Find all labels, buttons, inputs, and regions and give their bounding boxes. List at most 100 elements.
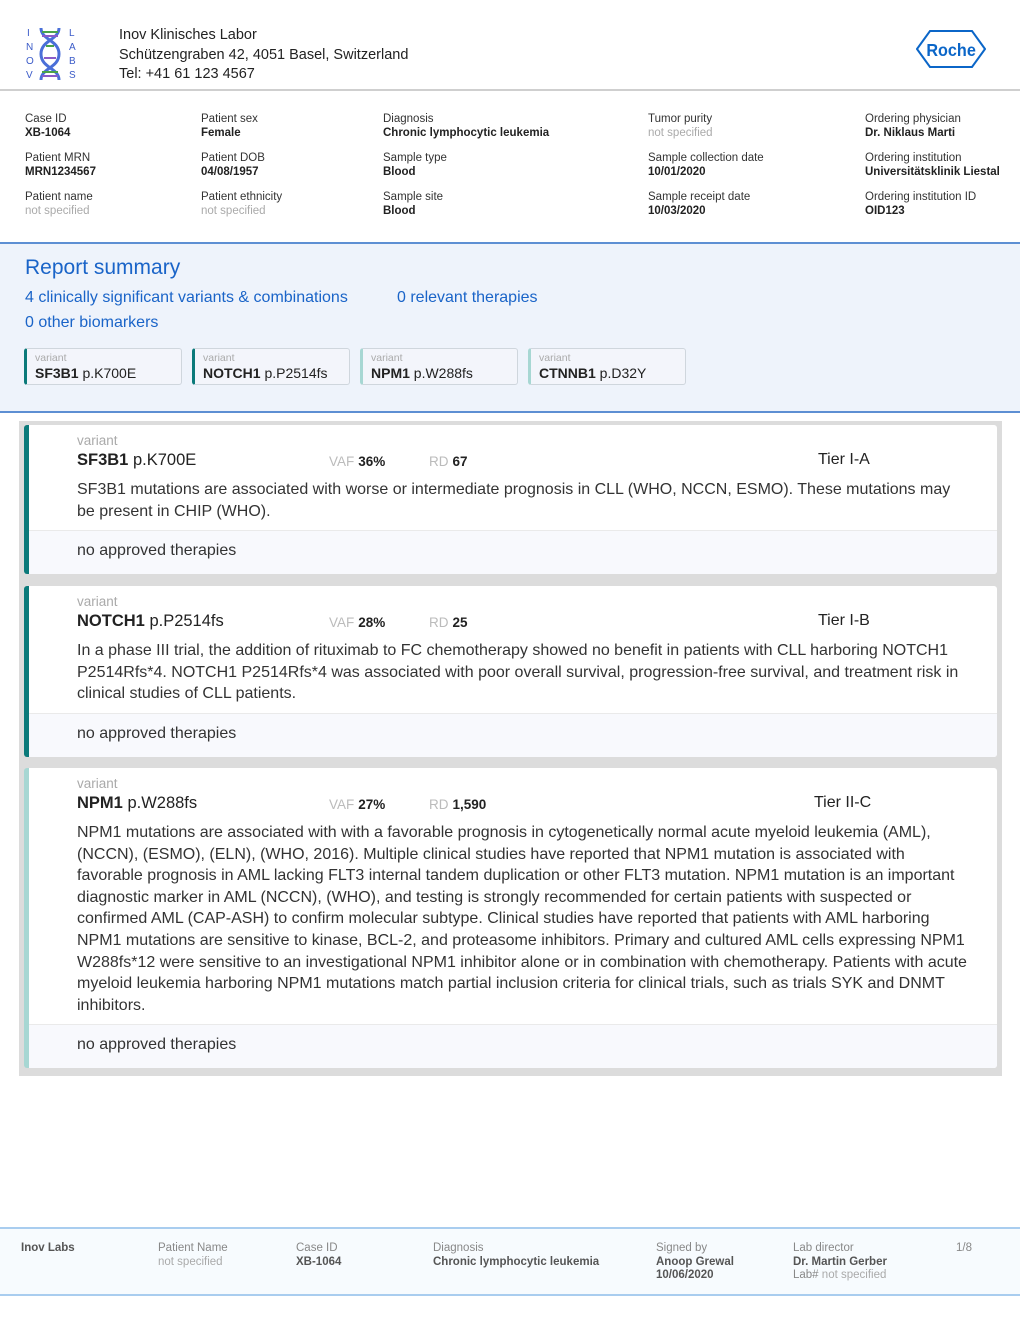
info-label: Patient sex — [201, 113, 258, 125]
variant-card: variant SF3B1 p.K700E VAF 36% RD 67 Tier I… — [24, 425, 997, 575]
info-label: Patient DOB — [201, 152, 265, 164]
footer-patient-label: Patient Name — [158, 1242, 228, 1254]
info-value: Blood — [383, 204, 416, 217]
footer-lab: Inov Labs — [21, 1242, 75, 1254]
roche-logo: Roche — [916, 30, 986, 68]
variants-link[interactable]: 4 clinically significant variants & comb… — [25, 289, 348, 307]
rd-value: 1,590 — [452, 797, 487, 812]
chip-label: variant — [203, 352, 235, 364]
svg-text:O: O — [26, 56, 34, 67]
tier-badge: Tier I-A — [818, 451, 870, 468]
card-label: variant — [77, 776, 118, 791]
vaf-value: 27% — [358, 797, 386, 812]
info-value: MRN1234567 — [25, 165, 96, 178]
footer-case-label: Case ID — [296, 1242, 338, 1254]
rd-value: 67 — [452, 454, 468, 469]
footer-diagnosis: Chronic lymphocytic leukemia — [433, 1255, 600, 1268]
info-label: Patient ethnicity — [201, 191, 283, 203]
vaf-value: 36% — [358, 454, 386, 469]
svg-text:L: L — [69, 28, 75, 39]
lab-address: Schützengraben 42, 4051 Basel, Switzerla… — [119, 46, 409, 63]
info-value: XB-1064 — [25, 126, 71, 139]
page-number: 1/8 — [956, 1242, 972, 1254]
rd-label: RD — [429, 454, 449, 469]
rd-label: RD — [429, 615, 449, 630]
chip-change: p.K700E — [82, 365, 137, 381]
footer-signed-label: Signed by — [656, 1242, 708, 1254]
tier-badge: Tier II-C — [814, 794, 872, 811]
chip-gene: NOTCH1 — [203, 365, 261, 381]
rd-label: RD — [429, 797, 449, 812]
svg-text:B: B — [69, 56, 76, 67]
chip-gene: NPM1 — [371, 365, 410, 381]
info-value: 10/01/2020 — [648, 165, 706, 178]
card-change: p.K700E — [132, 451, 197, 469]
footer-patient: not specified — [158, 1255, 223, 1268]
card-label: variant — [77, 594, 118, 609]
variant-card: variant NOTCH1 p.P2514fs VAF 28% RD 25 Tie… — [24, 586, 997, 757]
report-footer: Inov Labs Patient Name not specified Case… — [0, 1227, 1020, 1296]
svg-text:A: A — [69, 42, 76, 53]
variant-chip[interactable]: variant NOTCH1 p.P2514fs — [192, 348, 350, 385]
info-value: Dr. Niklaus Marti — [865, 126, 956, 139]
info-label: Sample site — [383, 191, 444, 203]
vaf-label: VAF — [329, 454, 355, 469]
lab-address-block: Inov Klinisches Labor Schützengraben 42,… — [119, 26, 408, 85]
footer-signed: Anoop Grewal — [656, 1255, 734, 1268]
footer-director: Dr. Martin Gerber — [793, 1255, 887, 1268]
info-field: Ordering institution Universitätsklinik L… — [865, 152, 1000, 179]
info-field: Tumor purity not specified — [648, 113, 713, 140]
info-field: Patient name not specified — [25, 191, 93, 218]
footer-labno: not specified — [821, 1269, 887, 1281]
info-field: Sample collection date 10/01/2020 — [648, 152, 764, 179]
svg-text:Roche: Roche — [926, 40, 975, 60]
chip-gene: CTNNB1 — [539, 365, 596, 381]
chip-gene: SF3B1 — [35, 365, 79, 381]
footer-director-label: Lab director — [793, 1242, 854, 1254]
info-value: OID123 — [865, 204, 905, 217]
svg-text:V: V — [26, 70, 33, 81]
lab-phone: Tel: +41 61 123 4567 — [119, 66, 255, 82]
info-label: Ordering physician — [865, 113, 961, 125]
info-field: Case ID XB-1064 — [25, 113, 70, 140]
card-change: p.P2514fs — [149, 612, 224, 630]
info-value: not specified — [25, 204, 90, 217]
svg-text:I: I — [27, 28, 30, 39]
lab-name: Inov Klinisches Labor — [119, 27, 257, 43]
variant-chip[interactable]: variant NPM1 p.W288fs — [360, 348, 518, 385]
info-field: Ordering physician Dr. Niklaus Marti — [865, 113, 961, 140]
info-label: Sample type — [383, 152, 447, 164]
inov-labs-logo: INOV LABS — [26, 27, 76, 81]
info-field: Ordering institution ID OID123 — [865, 191, 976, 218]
therapies-link[interactable]: 0 relevant therapies — [397, 289, 538, 307]
card-therapies: no approved therapies — [29, 712, 997, 757]
info-field: Diagnosis Chronic lymphocytic leukemia — [383, 113, 549, 140]
info-value: 10/03/2020 — [648, 204, 706, 217]
footer-case: XB-1064 — [296, 1255, 342, 1268]
tier-badge: Tier I-B — [818, 612, 870, 629]
info-field: Patient DOB 04/08/1957 — [201, 152, 265, 179]
footer-signed-date: 10/06/2020 — [656, 1269, 714, 1281]
chip-label: variant — [539, 352, 571, 364]
info-value: Chronic lymphocytic leukemia — [383, 126, 550, 139]
info-value: Universitätsklinik Liestal — [865, 165, 1000, 178]
info-label: Ordering institution — [865, 152, 962, 164]
svg-text:N: N — [26, 42, 33, 53]
info-label: Patient MRN — [25, 152, 91, 164]
variant-chip[interactable]: variant CTNNB1 p.D32Y — [528, 348, 686, 385]
card-description: SF3B1 mutations are associated with wors… — [77, 481, 951, 520]
vaf-label: VAF — [329, 797, 355, 812]
chip-change: p.P2514fs — [264, 365, 328, 381]
info-field: Sample type Blood — [383, 152, 447, 179]
variant-chip[interactable]: variant SF3B1 p.K700E — [24, 348, 182, 385]
chip-label: variant — [35, 352, 67, 364]
card-change: p.W288fs — [127, 794, 198, 812]
biomarkers-link[interactable]: 0 other biomarkers — [25, 314, 158, 332]
card-gene: SF3B1 — [77, 451, 129, 469]
chip-change: p.D32Y — [599, 365, 647, 381]
card-description: NPM1 mutations are associated with with … — [77, 824, 967, 1014]
info-label: Ordering institution ID — [865, 191, 977, 203]
info-label: Diagnosis — [383, 113, 434, 125]
chip-label: variant — [371, 352, 403, 364]
info-field: Sample receipt date 10/03/2020 — [648, 191, 750, 218]
